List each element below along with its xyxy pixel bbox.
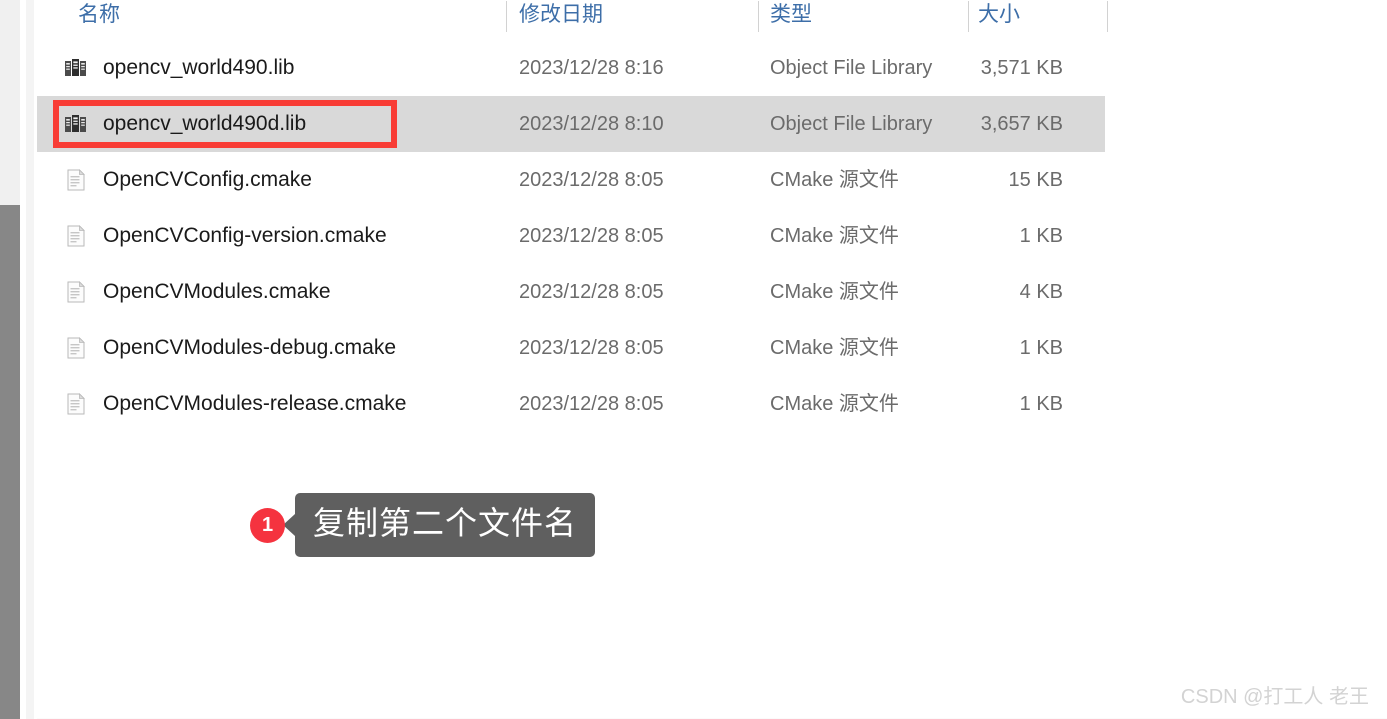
column-separator-date[interactable]: [506, 1, 507, 32]
column-separator-type[interactable]: [758, 1, 759, 32]
file-size-cell: 15 KB: [1008, 169, 1063, 191]
column-header-name[interactable]: 名称: [78, 0, 120, 32]
watermark: CSDN @打工人 老王: [1180, 686, 1369, 708]
column-header-type[interactable]: 类型: [770, 0, 812, 32]
column-header-size[interactable]: 大小: [978, 0, 1020, 32]
vertical-scrollbar-track[interactable]: [0, 0, 20, 719]
column-header-date[interactable]: 修改日期: [519, 0, 603, 32]
table-row[interactable]: opencv_world490.lib 2023/12/28 8:16 Obje…: [37, 40, 1105, 96]
table-row[interactable]: OpenCVConfig.cmake 2023/12/28 8:05 CMake…: [37, 152, 1105, 208]
step-callout: 1 复制第二个文件名: [250, 493, 596, 557]
pane-divider: [26, 0, 34, 719]
step-badge: 1: [250, 507, 285, 543]
file-size-cell: 3,657 KB: [980, 113, 1063, 135]
file-size-cell: 3,571 KB: [980, 57, 1063, 79]
file-size-cell: 1 KB: [1019, 393, 1063, 415]
column-header-row: 名称 修改日期 类型 大小: [37, 0, 1387, 32]
table-row-selected[interactable]: opencv_world490d.lib 2023/12/28 8:10 Obj…: [37, 96, 1105, 152]
file-size-cell: 4 KB: [1019, 281, 1063, 303]
table-row[interactable]: OpenCVModules-release.cmake 2023/12/28 8…: [37, 376, 1105, 432]
file-list-pane: 名称 修改日期 类型 大小 opencv_world490.lib 2023/1…: [37, 0, 1387, 719]
vertical-scrollbar-thumb[interactable]: [0, 205, 20, 719]
file-size-cell: 1 KB: [1019, 225, 1063, 247]
table-row[interactable]: OpenCVModules.cmake 2023/12/28 8:05 CMak…: [37, 264, 1105, 320]
table-row[interactable]: OpenCVModules-debug.cmake 2023/12/28 8:0…: [37, 320, 1105, 376]
file-size-cell: 1 KB: [1019, 337, 1063, 359]
screenshot-root: 名称 修改日期 类型 大小 opencv_world490.lib 2023/1…: [0, 0, 1387, 719]
callout-text: 复制第二个文件名: [295, 493, 596, 557]
column-separator-size[interactable]: [968, 1, 969, 32]
table-row[interactable]: OpenCVConfig-version.cmake 2023/12/28 8:…: [37, 208, 1105, 264]
column-separator-end[interactable]: [1107, 1, 1108, 32]
